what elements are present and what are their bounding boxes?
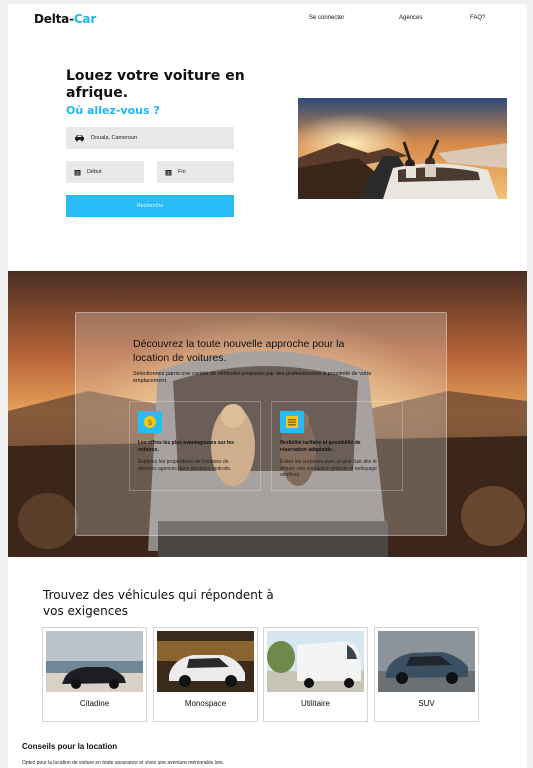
list-icon xyxy=(280,411,304,433)
feature-text-flexibility: Évitez les surprises avec un prix clair … xyxy=(280,459,377,478)
page: Delta-Car Se connecter Agences FAQ? Loue… xyxy=(8,4,527,768)
svg-text:$: $ xyxy=(147,418,152,427)
citadine-photo xyxy=(46,631,143,692)
category-label: Monospace xyxy=(184,699,227,708)
category-label: Utilitaire xyxy=(301,699,330,708)
location-value: Douala, Cameroun xyxy=(91,135,138,141)
monospace-photo xyxy=(157,631,254,692)
features-banner: Découvrez la toute nouvelle approche pou… xyxy=(8,271,527,557)
logo[interactable]: Delta-Car xyxy=(34,12,96,26)
car-icon xyxy=(75,135,84,142)
feature-title-flexibility: flexibilité tarifaire et possibilité de … xyxy=(280,440,361,453)
utilitaire-photo xyxy=(267,631,364,692)
logo-text-delta: Delta- xyxy=(34,12,74,26)
category-card-utilitaire[interactable]: Utilitaire xyxy=(263,627,368,722)
banner-title: Découvrez la toute nouvelle approche pou… xyxy=(133,338,345,364)
category-label: SUV xyxy=(418,699,435,708)
start-date-label: Début xyxy=(87,169,102,175)
banner-description: Sélectionnez parmi une variété de véhicu… xyxy=(133,371,372,384)
hero-title: Louez votre voiture en afrique. xyxy=(66,68,245,101)
logo-text-car: Car xyxy=(73,12,97,26)
category-label: Citadine xyxy=(79,699,110,708)
end-date-field[interactable]: Fin xyxy=(157,161,234,183)
nav-faq-link[interactable]: FAQ? xyxy=(470,15,485,21)
start-date-field[interactable]: Début xyxy=(66,161,144,183)
categories-title: Trouvez des véhicules qui répondent à vo… xyxy=(43,588,274,618)
calendar-icon xyxy=(165,169,172,175)
calendar-icon xyxy=(74,169,81,175)
features-glass-panel: Découvrez la toute nouvelle approche pou… xyxy=(75,312,447,536)
tips-text: Optez pour la location de voiture en tou… xyxy=(22,760,225,766)
location-field[interactable]: Douala, Cameroun xyxy=(66,127,234,149)
category-card-monospace[interactable]: Monospace xyxy=(153,627,258,722)
nav-login-link[interactable]: Se connecter xyxy=(309,15,344,21)
category-card-citadine[interactable]: Citadine xyxy=(42,627,147,722)
hero-subtitle: Où allez-vous ? xyxy=(66,104,160,117)
hero-image-convertible-road-trip xyxy=(298,98,507,199)
search-button[interactable]: Recherche xyxy=(66,195,234,217)
tips-title: Conseils pour la location xyxy=(22,742,118,751)
money-icon: $ xyxy=(138,411,162,433)
suv-photo xyxy=(378,631,475,692)
end-date-label: Fin xyxy=(178,169,186,175)
feature-title-best-offers: Les offres les plus avantageuses sur les… xyxy=(138,440,234,453)
category-card-suv[interactable]: SUV xyxy=(374,627,479,722)
feature-text-best-offers: Explorez les propositions de locations d… xyxy=(138,459,232,472)
nav-agencies-link[interactable]: Agences xyxy=(399,15,422,21)
